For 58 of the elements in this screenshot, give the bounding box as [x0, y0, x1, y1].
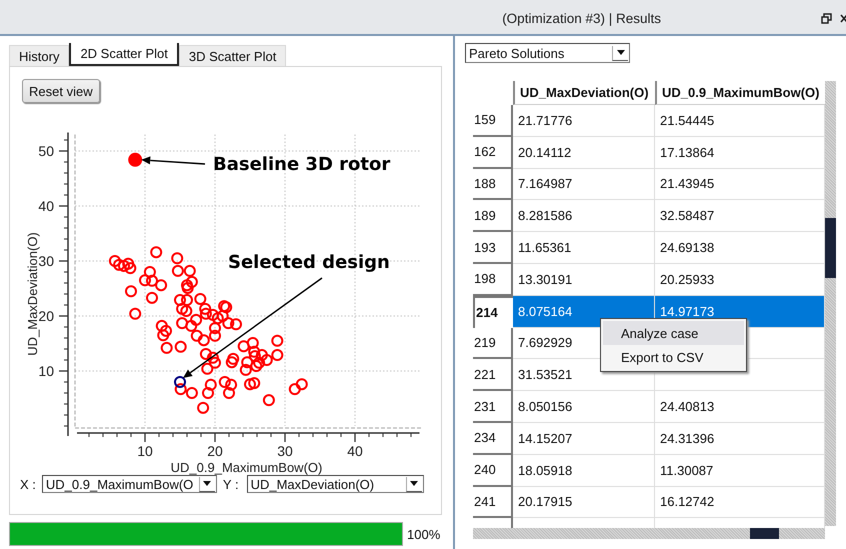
row-number[interactable]: 188 — [473, 168, 513, 200]
row-number[interactable]: 221 — [473, 359, 513, 392]
scroll-thumb[interactable] — [750, 528, 779, 539]
table-cell: 8.281586 — [513, 200, 655, 232]
y-axis-label: UD_MaxDeviation(O) — [25, 232, 40, 356]
row-number[interactable]: 193 — [473, 232, 513, 264]
x-tick-label: 40 — [347, 443, 363, 459]
annotation-label: Baseline 3D rotor — [213, 154, 390, 175]
vertical-scrollbar[interactable] — [825, 81, 836, 526]
horizontal-scrollbar[interactable] — [473, 528, 825, 539]
table-cell: 21.71776 — [513, 105, 655, 137]
tab[interactable]: 2D Scatter Plot — [69, 43, 179, 66]
x-select-label: X : — [20, 476, 36, 492]
annotation-label: Selected design — [228, 252, 390, 273]
x-tick-label: 20 — [207, 443, 223, 459]
x-axis-select[interactable]: UD_0.9_MaximumBow(O — [42, 475, 217, 493]
row-number[interactable]: 219 — [473, 328, 513, 360]
restore-icon[interactable] — [821, 12, 832, 24]
row-number[interactable]: 214 — [473, 296, 513, 328]
table-cell: 20.17915 — [513, 486, 655, 518]
table-cell: 14.15207 — [513, 422, 655, 455]
row-number[interactable]: 162 — [473, 136, 513, 169]
row-number[interactable]: 240 — [473, 454, 513, 487]
table-cell: 20.14112 — [513, 136, 655, 169]
column-header[interactable]: UD_MaxDeviation(O) — [513, 81, 655, 105]
reset-view-button[interactable]: Reset view — [22, 79, 100, 103]
row-number[interactable]: 241 — [473, 486, 513, 518]
annotation-arrow — [141, 156, 206, 165]
progress-reading: 100% — [407, 526, 440, 542]
close-icon[interactable] — [840, 13, 846, 23]
y-tick-label: 50 — [38, 143, 54, 159]
table-cell: 18.05918 — [513, 454, 655, 487]
tab[interactable]: 3D Scatter Plot — [178, 45, 286, 66]
menu-item[interactable]: Analyze case — [603, 321, 744, 345]
x-axis-label: UD_0.9_MaximumBow(O) — [170, 460, 322, 475]
table-cell: 8.050156 — [513, 391, 655, 423]
scroll-thumb[interactable] — [825, 218, 836, 278]
caret-icon — [612, 46, 628, 60]
y-tick-label: 10 — [38, 363, 54, 379]
y-tick-label: 40 — [38, 198, 54, 214]
row-number[interactable]: 159 — [473, 105, 513, 137]
y-axis-select[interactable]: UD_MaxDeviation(O) — [246, 475, 424, 493]
caret-icon — [198, 476, 215, 492]
x-tick-label: 30 — [277, 443, 293, 459]
table-cell: 11.65361 — [513, 232, 655, 264]
x-tick-label: 10 — [137, 443, 153, 459]
column-header[interactable]: UD_0.9_MaximumBow(O) — [655, 81, 825, 105]
results-dropdown[interactable]: Pareto Solutions — [465, 43, 630, 63]
row-number[interactable]: 231 — [473, 391, 513, 423]
y-tick-label: 30 — [38, 253, 54, 269]
table-cell: 7.164987 — [513, 168, 655, 200]
window-title: (Optimization #3) | Results — [502, 10, 661, 26]
row-number[interactable]: 189 — [473, 200, 513, 232]
y-select-label: Y : — [222, 476, 239, 492]
y-tick-label: 20 — [38, 308, 54, 324]
row-number[interactable]: 234 — [473, 422, 513, 455]
tab[interactable]: History — [9, 45, 70, 66]
caret-icon — [406, 476, 422, 492]
